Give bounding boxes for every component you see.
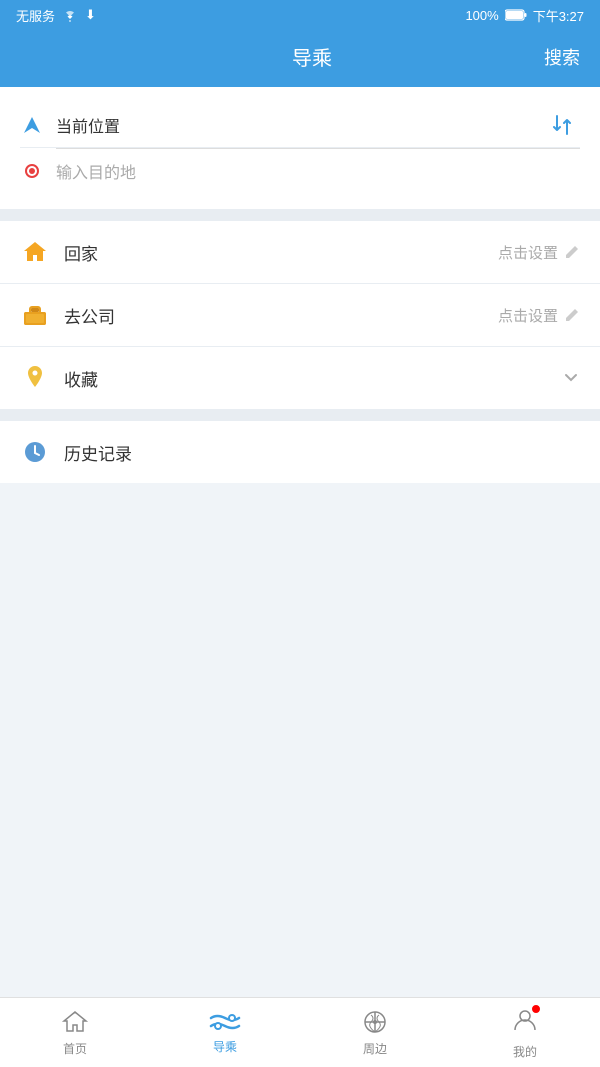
battery-text: 100%	[465, 8, 498, 23]
section-divider-2	[0, 409, 600, 421]
work-edit-icon	[564, 307, 580, 323]
current-location-text: 当前位置	[56, 113, 580, 137]
history-section: 历史记录	[0, 421, 600, 483]
section-divider-1	[0, 209, 600, 221]
no-service-text: 无服务	[16, 6, 55, 25]
nav-item-nearby[interactable]: 周边	[300, 998, 450, 1067]
chevron-down-icon	[562, 369, 580, 387]
home-action[interactable]: 点击设置	[498, 242, 580, 263]
main-content	[0, 483, 600, 997]
history-menu-item[interactable]: 历史记录	[0, 421, 600, 483]
search-section: 当前位置 输入目的地	[0, 87, 600, 209]
nav-label-home: 首页	[63, 1040, 87, 1057]
charge-icon-text: ⬇	[85, 7, 96, 23]
nav-item-guide[interactable]: 导乘	[150, 998, 300, 1067]
current-location-row[interactable]: 当前位置	[20, 103, 580, 148]
history-label: 历史记录	[64, 440, 580, 465]
status-bar: 无服务 ⬇ 100% 下午3:27	[0, 0, 600, 30]
home-icon	[20, 237, 50, 267]
nav-item-home[interactable]: 首页	[0, 998, 150, 1067]
pin-icon	[20, 363, 50, 393]
search-button[interactable]: 搜索	[544, 44, 580, 70]
header: 导乘 搜索	[0, 30, 600, 87]
time-text: 下午3:27	[533, 6, 584, 25]
work-label: 去公司	[64, 303, 498, 328]
work-icon	[20, 300, 50, 330]
battery-icon	[505, 9, 527, 21]
destination-dot-icon	[20, 159, 44, 183]
nearby-nav-icon	[361, 1008, 389, 1036]
home-nav-icon	[61, 1008, 89, 1036]
location-arrow-icon	[20, 113, 44, 137]
swap-button[interactable]	[544, 107, 580, 143]
work-action[interactable]: 点击设置	[498, 305, 580, 326]
bottom-nav: 首页 导乘 周边 我的	[0, 997, 600, 1067]
status-right: 100% 下午3:27	[465, 6, 584, 25]
favorites-chevron[interactable]	[562, 369, 580, 387]
favorites-label: 收藏	[64, 366, 562, 391]
destination-placeholder[interactable]: 输入目的地	[56, 159, 580, 183]
history-icon	[20, 437, 50, 467]
guide-nav-icon	[209, 1010, 241, 1034]
home-menu-item[interactable]: 回家 点击设置	[0, 221, 600, 284]
work-action-text: 点击设置	[498, 305, 558, 326]
nav-label-nearby: 周边	[363, 1040, 387, 1057]
home-action-text: 点击设置	[498, 242, 558, 263]
favorites-menu-item[interactable]: 收藏	[0, 347, 600, 409]
nav-label-guide: 导乘	[213, 1038, 237, 1055]
destination-row[interactable]: 输入目的地	[20, 149, 580, 193]
nav-item-mine[interactable]: 我的	[450, 998, 600, 1067]
work-menu-item[interactable]: 去公司 点击设置	[0, 284, 600, 347]
header-title: 导乘	[80, 42, 544, 71]
quick-access-section: 回家 点击设置 去公司 点击设置	[0, 221, 600, 409]
wifi-icon	[61, 8, 79, 22]
nav-label-mine: 我的	[513, 1043, 537, 1060]
home-edit-icon	[564, 244, 580, 260]
home-label: 回家	[64, 240, 498, 265]
mine-badge	[531, 1004, 541, 1014]
status-left: 无服务 ⬇	[16, 6, 96, 25]
